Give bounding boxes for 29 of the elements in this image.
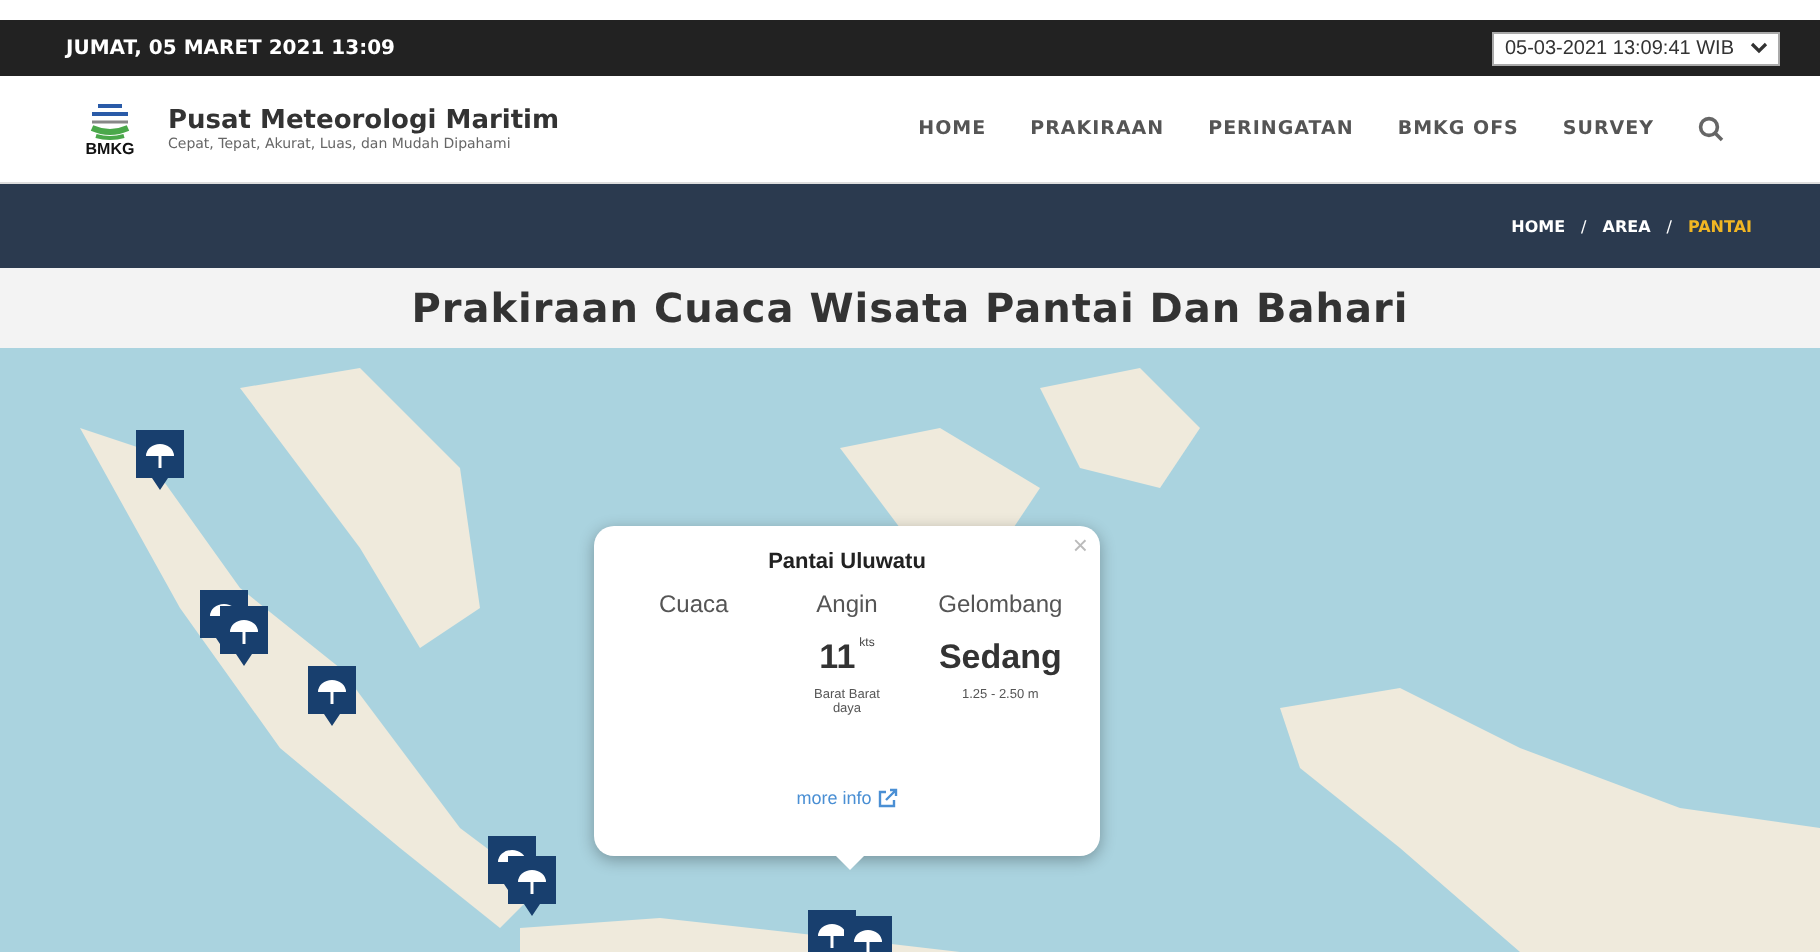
breadcrumb-link[interactable]: PANTAI xyxy=(1687,217,1752,235)
column-heading: Gelombang xyxy=(938,590,1063,618)
time-select[interactable]: 05-03-2021 13:09:41 WIB xyxy=(1492,31,1780,65)
page-title: Prakiraan Cuaca Wisata Pantai Dan Bahari xyxy=(411,284,1409,332)
column-heading: Cuaca xyxy=(658,590,729,618)
breadcrumb-separator: / xyxy=(1666,217,1672,235)
external-link-icon xyxy=(877,788,898,808)
bmkg-logo[interactable]: BMKG xyxy=(80,100,140,158)
forecast-value: 11 xyxy=(819,638,856,678)
nav-link[interactable]: BMKG OFS xyxy=(1397,118,1519,140)
nav-link[interactable]: HOME xyxy=(918,118,987,140)
chevron-down-icon xyxy=(1750,42,1768,54)
nav-link[interactable]: PERINGATAN xyxy=(1208,118,1354,140)
beach-marker-icon[interactable] xyxy=(308,666,356,726)
date-text: JUMAT, 05 MARET 2021 13:09 xyxy=(66,37,395,59)
popup-title: Pantai Uluwatu xyxy=(768,550,926,574)
beach-marker-icon[interactable] xyxy=(508,856,556,916)
popup-pointer xyxy=(836,856,864,870)
column-heading: Angin xyxy=(816,590,878,618)
nav-link[interactable]: PRAKIRAAN xyxy=(1030,118,1165,140)
breadcrumb-link[interactable]: AREA xyxy=(1602,217,1651,235)
breadcrumb-link[interactable]: HOME xyxy=(1511,217,1566,235)
nav-link[interactable]: SURVEY xyxy=(1562,118,1654,140)
beach-marker-icon[interactable] xyxy=(220,606,268,666)
beach-marker-icon[interactable] xyxy=(136,430,184,490)
breadcrumb-separator: / xyxy=(1581,217,1587,235)
search-icon[interactable] xyxy=(1698,116,1724,142)
site-title: Pusat Meteorologi Maritim xyxy=(168,106,560,136)
forecast-value: Sedang xyxy=(938,638,1062,678)
